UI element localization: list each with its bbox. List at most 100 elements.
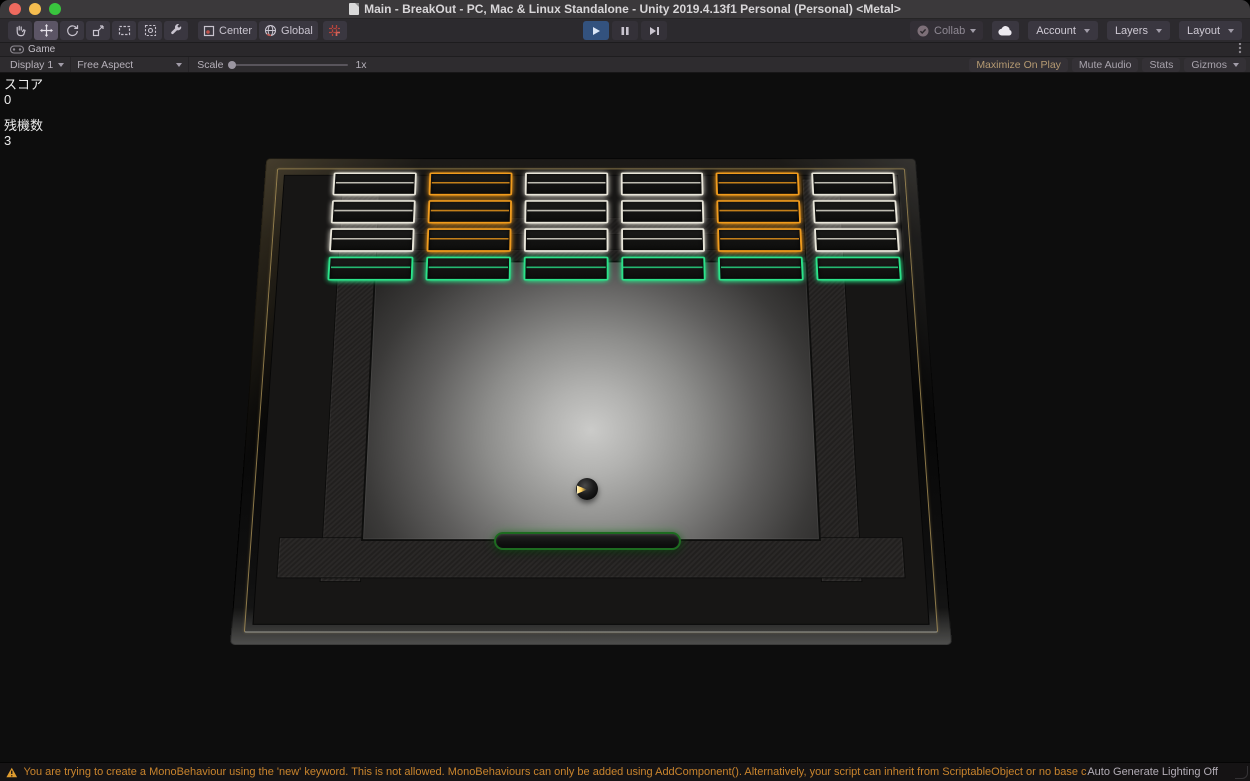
pivot-center-icon — [203, 25, 215, 37]
kebab-menu-icon — [1238, 42, 1242, 54]
brick-orange — [428, 172, 512, 195]
orientation-toggle-button[interactable]: Global — [259, 21, 318, 40]
layout-dropdown[interactable]: Layout — [1179, 21, 1242, 40]
game-view-toolbar: Display 1 Free Aspect Scale 1x Maximize … — [0, 57, 1250, 73]
unity-window: Main - BreakOut - PC, Mac & Linux Standa… — [0, 0, 1250, 781]
tab-game-label: Game — [28, 44, 55, 55]
transform-tools — [8, 21, 188, 40]
stats-toggle[interactable]: Stats — [1142, 58, 1180, 72]
step-icon — [649, 26, 660, 36]
collab-caret-icon — [970, 29, 976, 33]
grid-snap-icon — [328, 24, 341, 37]
close-window-button[interactable] — [9, 3, 21, 15]
gizmos-caret-icon — [1233, 63, 1239, 67]
pivot-toggle-button[interactable]: Center — [198, 21, 257, 40]
pause-button[interactable] — [612, 21, 638, 40]
maximize-on-play-toggle[interactable]: Maximize On Play — [969, 58, 1068, 72]
brick-white — [621, 200, 705, 223]
resize-grip[interactable] — [1235, 766, 1248, 779]
step-button[interactable] — [641, 21, 667, 40]
scale-control: Scale 1x — [189, 59, 374, 71]
zoom-window-button[interactable] — [49, 3, 61, 15]
account-caret-icon — [1084, 29, 1090, 33]
tab-game[interactable]: Game — [4, 43, 61, 56]
score-block: スコア 0 — [4, 77, 43, 107]
lives-value: 3 — [4, 133, 43, 148]
auto-generate-lighting-label: Auto Generate Lighting Off — [1087, 766, 1218, 778]
brick-green — [327, 257, 413, 281]
pivot-label: Center — [219, 25, 252, 37]
rect-tool-icon — [118, 24, 131, 37]
brick-white — [329, 228, 414, 252]
scale-tool-button[interactable] — [86, 21, 110, 40]
brick-white — [331, 200, 416, 223]
collab-button[interactable]: Collab — [910, 21, 983, 40]
brick-white — [332, 172, 416, 195]
scale-slider[interactable] — [230, 64, 348, 66]
score-value: 0 — [4, 92, 43, 107]
move-tool-button[interactable] — [34, 21, 58, 40]
brick-green — [425, 257, 510, 281]
layers-caret-icon — [1156, 29, 1162, 33]
brick-white — [524, 200, 608, 223]
traffic-lights — [9, 3, 61, 15]
transform-tool-button[interactable] — [138, 21, 162, 40]
gamepad-icon — [10, 45, 24, 54]
rotate-tool-button[interactable] — [60, 21, 84, 40]
mute-label: Mute Audio — [1079, 59, 1132, 71]
brick-white — [524, 228, 608, 252]
brick-white — [813, 200, 898, 223]
collab-label: Collab — [934, 25, 965, 37]
paddle — [494, 532, 681, 550]
transform-tool-icon — [144, 24, 157, 37]
display-label: Display 1 — [10, 59, 53, 71]
stats-label: Stats — [1149, 59, 1173, 71]
brick-orange — [716, 172, 800, 195]
console-warning-text[interactable]: You are trying to create a MonoBehaviour… — [24, 766, 1088, 778]
grid-snap-button[interactable] — [323, 21, 347, 40]
lives-label: 残機数 — [4, 118, 43, 133]
main-toolbar: Center Global Collab Account Layers Layo… — [0, 19, 1250, 43]
layout-label: Layout — [1187, 25, 1220, 37]
brick-white — [621, 228, 706, 252]
gizmos-dropdown[interactable]: Gizmos — [1184, 58, 1246, 72]
game-view-options: Maximize On Play Mute Audio Stats Gizmos — [969, 58, 1246, 72]
playmode-controls — [583, 21, 667, 40]
cloud-icon — [998, 26, 1013, 36]
layers-label: Layers — [1115, 25, 1148, 37]
cloud-button[interactable] — [992, 21, 1019, 40]
document-icon — [349, 3, 359, 15]
tab-options-button[interactable] — [1238, 41, 1242, 59]
collab-icon — [917, 25, 929, 37]
scale-label: Scale — [197, 59, 223, 71]
brick-white — [620, 172, 703, 195]
window-title-wrap: Main - BreakOut - PC, Mac & Linux Standa… — [0, 2, 1250, 16]
scale-slider-knob[interactable] — [228, 61, 236, 69]
handle-settings: Center Global — [198, 21, 318, 40]
aspect-dropdown[interactable]: Free Aspect — [71, 57, 189, 72]
pause-icon — [620, 26, 630, 36]
display-dropdown[interactable]: Display 1 — [4, 57, 71, 72]
hand-tool-icon — [14, 24, 27, 37]
window-title: Main - BreakOut - PC, Mac & Linux Standa… — [364, 2, 901, 16]
account-dropdown[interactable]: Account — [1028, 21, 1098, 40]
gizmos-label: Gizmos — [1191, 59, 1227, 71]
mute-audio-toggle[interactable]: Mute Audio — [1072, 58, 1139, 72]
brick-green — [816, 257, 902, 281]
game-viewport[interactable]: スコア 0 残機数 3 — [0, 73, 1250, 762]
brick-orange — [427, 200, 511, 223]
orientation-label: Global — [281, 25, 313, 37]
rect-tool-button[interactable] — [112, 21, 136, 40]
brick-orange — [717, 228, 802, 252]
rotate-tool-icon — [66, 24, 79, 37]
custom-tool-button[interactable] — [164, 21, 188, 40]
hand-tool-button[interactable] — [8, 21, 32, 40]
lives-block: 残機数 3 — [4, 118, 43, 148]
view-tabbar: Game — [0, 43, 1250, 57]
statusbar[interactable]: You are trying to create a MonoBehaviour… — [0, 762, 1250, 781]
minimize-window-button[interactable] — [29, 3, 41, 15]
arena-plane — [230, 158, 952, 645]
layers-dropdown[interactable]: Layers — [1107, 21, 1170, 40]
wrench-icon — [170, 24, 183, 37]
play-button[interactable] — [583, 21, 609, 40]
